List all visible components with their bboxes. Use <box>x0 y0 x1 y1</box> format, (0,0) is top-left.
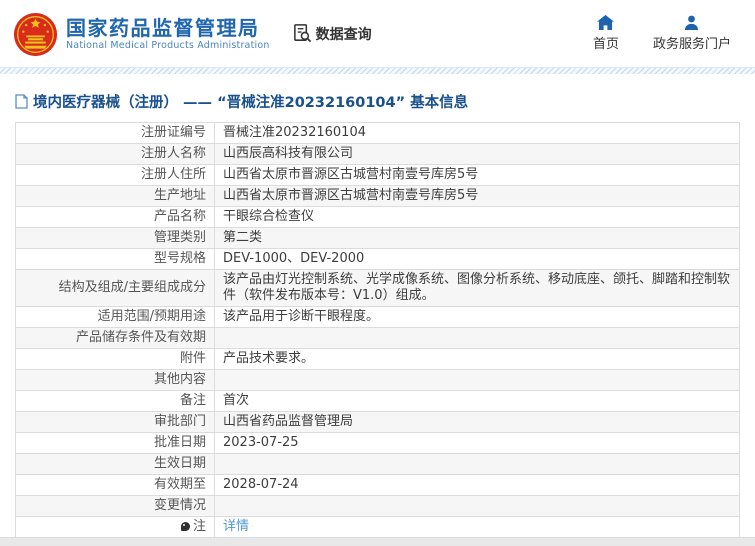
nav-gov-portal[interactable]: 政务服务门户 <box>653 15 731 52</box>
row-value: 2028-07-24 <box>214 474 740 496</box>
table-row: 审批部门 山西省药品监督管理局 <box>15 411 740 433</box>
nav-home[interactable]: 首页 <box>593 15 619 52</box>
table-row: 附件 产品技术要求。 <box>15 348 740 370</box>
header-divider-stripe <box>0 67 755 74</box>
nav-gov-portal-label: 政务服务门户 <box>652 37 731 52</box>
registration-info-table: 注册证编号 晋械注准20232160104 注册人名称 山西辰高科技有限公司 注… <box>15 122 740 538</box>
table-row: 产品名称 干眼综合检查仪 <box>15 206 740 228</box>
row-value <box>214 495 740 517</box>
row-value <box>214 453 740 475</box>
table-row: 注册证编号 晋械注准20232160104 <box>15 122 740 144</box>
row-label: 生效日期 <box>15 453 215 475</box>
table-row: 结构及组成/主要组成成分 该产品由灯光控制系统、光学成像系统、图像分析系统、移动… <box>15 269 740 307</box>
row-label: 产品名称 <box>15 206 215 228</box>
row-value: 干眼综合检查仪 <box>214 206 740 228</box>
detail-link[interactable]: 详情 <box>223 519 249 534</box>
row-label: 注册人住所 <box>15 164 215 186</box>
row-label: 有效期至 <box>15 474 215 496</box>
row-label: 注册证编号 <box>15 122 215 144</box>
row-label: 审批部门 <box>15 411 215 433</box>
table-row: 其他内容 <box>15 369 740 391</box>
row-value: 首次 <box>214 390 740 412</box>
row-value: DEV-1000、DEV-2000 <box>214 248 740 270</box>
row-label: 注 <box>15 516 215 538</box>
row-value: 晋械注准20232160104 <box>214 122 740 144</box>
table-row: 变更情况 <box>15 495 740 517</box>
table-row: 注 详情 <box>15 516 740 538</box>
row-label: 适用范围/预期用途 <box>15 306 215 328</box>
table-row: 生效日期 <box>15 453 740 475</box>
page-footer-bar <box>0 537 755 546</box>
data-query-label: 数据查询 <box>315 26 372 43</box>
brand-title: 国家药品监督管理局 <box>66 15 260 40</box>
row-label: 结构及组成/主要组成成分 <box>15 269 215 307</box>
header-right-nav: 首页 政务服务门户 <box>593 15 737 52</box>
data-query-nav[interactable]: 数据查询 <box>292 23 372 44</box>
row-value: 2023-07-25 <box>214 432 740 454</box>
document-icon <box>15 94 28 109</box>
row-label: 批准日期 <box>15 432 215 454</box>
row-label: 生产地址 <box>15 185 215 207</box>
table-row: 批准日期 2023-07-25 <box>15 432 740 454</box>
nav-home-label: 首页 <box>592 37 619 52</box>
row-label: 变更情况 <box>15 495 215 517</box>
row-label: 注册人名称 <box>15 143 215 165</box>
brand-subtitle: National Medical Products Administration <box>66 39 270 51</box>
row-value: 第二类 <box>214 227 740 249</box>
row-value: 详情 <box>214 516 740 538</box>
row-label: 备注 <box>15 390 215 412</box>
table-row: 生产地址 山西省太原市晋源区古城营村南壹号库房5号 <box>15 185 740 207</box>
table-row: 注册人名称 山西辰高科技有限公司 <box>15 143 740 165</box>
row-value: 产品技术要求。 <box>214 348 740 370</box>
row-label: 型号规格 <box>15 248 215 270</box>
table-row: 型号规格 DEV-1000、DEV-2000 <box>15 248 740 270</box>
table-row: 备注 首次 <box>15 390 740 412</box>
breadcrumb-text: 境内医疗器械（注册） —— “晋械注准20232160104” 基本信息 <box>33 95 469 111</box>
row-label: 管理类别 <box>15 227 215 249</box>
row-value: 山西省太原市晋源区古城营村南壹号库房5号 <box>214 164 740 186</box>
table-row: 产品储存条件及有效期 <box>15 327 740 349</box>
note-icon <box>180 522 190 531</box>
row-value: 山西省药品监督管理局 <box>214 411 740 433</box>
home-icon <box>597 15 615 30</box>
info-table-body: 注册证编号 晋械注准20232160104 注册人名称 山西辰高科技有限公司 注… <box>15 122 740 538</box>
data-query-icon <box>293 24 311 43</box>
row-label: 附件 <box>15 348 215 370</box>
table-row: 适用范围/预期用途 该产品用于诊断干眼程度。 <box>15 306 740 328</box>
table-row: 管理类别 第二类 <box>15 227 740 249</box>
row-label: 产品储存条件及有效期 <box>15 327 215 349</box>
row-value: 该产品由灯光控制系统、光学成像系统、图像分析系统、移动底座、颌托、脚踏和控制软件… <box>214 269 740 307</box>
breadcrumb: 境内医疗器械（注册） —— “晋械注准20232160104” 基本信息 <box>15 91 755 112</box>
table-row: 有效期至 2028-07-24 <box>15 474 740 496</box>
user-icon <box>685 15 699 30</box>
site-header: 国家药品监督管理局 National Medical Products Admi… <box>0 0 755 67</box>
table-row: 注册人住所 山西省太原市晋源区古城营村南壹号库房5号 <box>15 164 740 186</box>
row-value: 山西省太原市晋源区古城营村南壹号库房5号 <box>214 185 740 207</box>
row-value <box>214 369 740 391</box>
row-value: 山西辰高科技有限公司 <box>214 143 740 165</box>
brand-block: 国家药品监督管理局 National Medical Products Admi… <box>66 16 270 52</box>
row-label: 其他内容 <box>15 369 215 391</box>
national-emblem-logo <box>13 12 58 57</box>
row-value <box>214 327 740 349</box>
row-value: 该产品用于诊断干眼程度。 <box>214 306 740 328</box>
